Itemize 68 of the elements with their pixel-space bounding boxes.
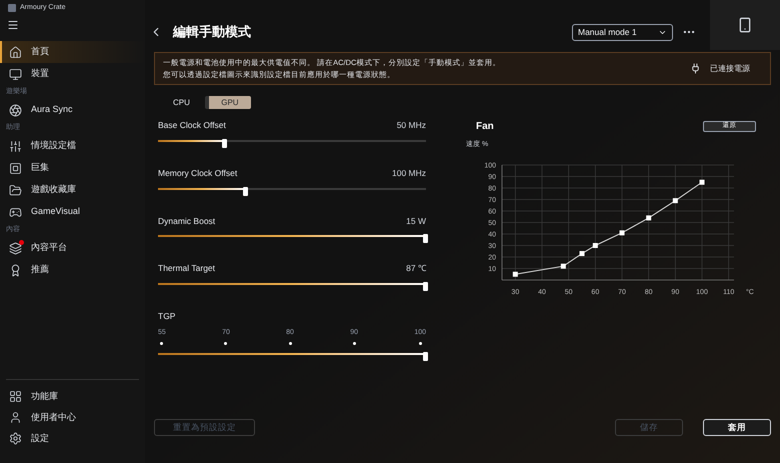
slider-value: 50 MHz [396, 119, 426, 132]
sidebar-label: 裝置 [31, 67, 49, 80]
curve-point[interactable] [672, 198, 678, 203]
slider-value: 15 W [406, 214, 426, 228]
sidebar-label: 內容平台 [31, 241, 67, 254]
aperture-icon [9, 104, 22, 116]
slider-thumb[interactable] [423, 282, 428, 291]
sidebar-item[interactable]: 使用者中心 [0, 407, 145, 428]
slider-thumb[interactable] [243, 186, 248, 196]
power-status: 已連接電源 [710, 62, 750, 74]
slider-thumb[interactable] [423, 234, 428, 244]
slider-label: Memory Clock Offset [158, 166, 238, 180]
monitor-icon [9, 68, 22, 80]
sidebar-item[interactable]: GameVisual [0, 201, 145, 223]
curve-point[interactable] [580, 250, 584, 256]
sidebar-item[interactable]: 功能庫 [0, 386, 145, 407]
app-logo-icon [8, 4, 16, 12]
settings-icon [9, 432, 22, 445]
slider-label: Thermal Target [158, 262, 216, 275]
sidebar-item[interactable]: 設定 [0, 428, 145, 449]
award-icon [9, 264, 22, 276]
curve-point[interactable] [700, 179, 704, 184]
slider-label: Dynamic Boost [158, 214, 216, 228]
slider-thumb[interactable] [423, 352, 428, 362]
action-button[interactable]: 套用 [703, 419, 771, 436]
slider-value: 100 MHz [392, 166, 426, 180]
sidebar-label: Aura Sync [31, 103, 73, 116]
curve-point[interactable] [560, 263, 566, 268]
folder-icon [9, 184, 22, 196]
phone-icon [737, 17, 753, 33]
sidebar-label: GameVisual [31, 205, 80, 218]
tab[interactable]: CPU [165, 96, 198, 109]
sidebar-label: 推薦 [31, 263, 49, 276]
slider-label: TGP [158, 310, 176, 323]
sidebar-label: 設定 [31, 432, 49, 445]
sliders-icon [9, 140, 22, 152]
sidebar-item[interactable]: 推薦 [0, 259, 145, 281]
gamepad-icon [9, 206, 22, 218]
sidebar-item[interactable]: Aura Sync [0, 99, 145, 121]
sidebar-item[interactable]: 裝置 [0, 63, 145, 85]
sidebar-label: 使用者中心 [31, 410, 76, 424]
menu-icon[interactable] [7, 19, 19, 31]
sidebar-label: 巨集 [31, 161, 49, 174]
sidebar-item[interactable]: 遊戲收藏庫 [0, 179, 145, 201]
tab[interactable]: GPU [204, 96, 251, 109]
sidebar-label: 遊戲收藏庫 [31, 183, 76, 196]
slider-label: Base Clock Offset [158, 119, 226, 132]
slider-value: 87 ℃ [406, 262, 426, 275]
sidebar-label: 首頁 [31, 45, 49, 58]
sidebar-item[interactable]: 情境設定檔 [0, 135, 145, 157]
page-title: 編輯手動模式 [173, 23, 251, 42]
sidebar-item[interactable]: 巨集 [0, 157, 145, 179]
user-icon [9, 411, 22, 424]
square-icon [9, 162, 22, 174]
fan-title: Fan [476, 120, 494, 134]
curve-point[interactable] [512, 271, 518, 276]
slider-thumb[interactable] [222, 138, 227, 148]
sidebar-label: 功能庫 [31, 390, 58, 403]
mode-dropdown[interactable]: Manual mode 1 [572, 24, 673, 40]
curve-point[interactable] [592, 242, 598, 248]
sidebar-item[interactable]: 內容平台 [0, 237, 145, 259]
layers-icon [9, 242, 22, 254]
plug-icon [690, 63, 701, 74]
grid-icon [9, 390, 22, 403]
curve-point[interactable] [620, 230, 624, 235]
sidebar-label: 情境設定檔 [31, 139, 76, 152]
curve-point[interactable] [646, 214, 652, 220]
home-icon [9, 46, 22, 58]
